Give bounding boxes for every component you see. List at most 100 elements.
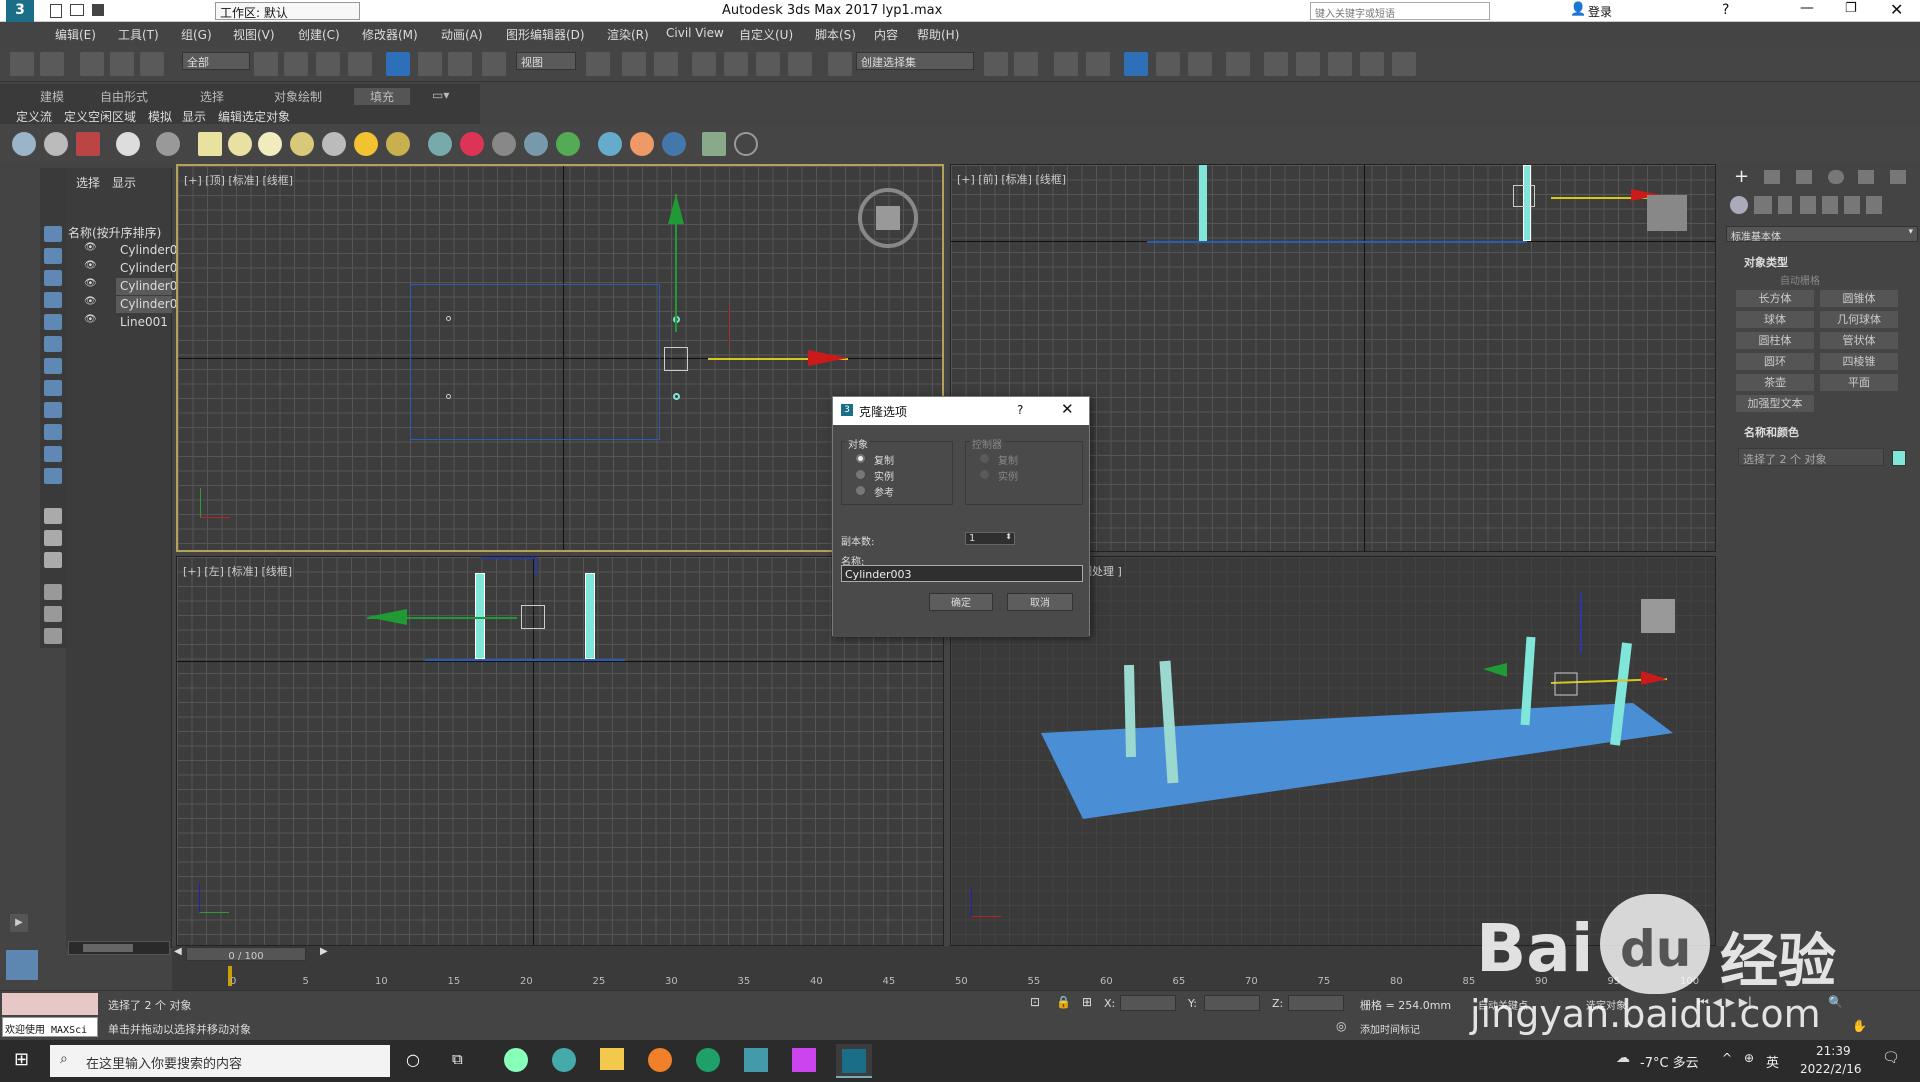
list-item[interactable]: 👁 Cylinder0: [66, 260, 177, 277]
bones-filter-icon[interactable]: [44, 402, 62, 418]
primitive-type-dropdown[interactable]: 标准基本体 ▾: [1726, 226, 1918, 243]
display-all-icon[interactable]: [44, 508, 62, 524]
object-name-field[interactable]: 选择了 2 个 对象: [1738, 448, 1884, 466]
rendered-frame-icon[interactable]: [1296, 52, 1320, 76]
ribbon-define-flows[interactable]: 定义流: [16, 108, 52, 125]
gizmo-y-arrow[interactable]: [668, 194, 684, 224]
render-iterative-icon[interactable]: [1360, 52, 1384, 76]
render-production-icon[interactable]: [1328, 52, 1352, 76]
groups-filter-icon[interactable]: [44, 358, 62, 374]
visibility-eye-icon[interactable]: 👁: [84, 242, 97, 253]
link-icon[interactable]: [80, 52, 104, 76]
time-next-arrow[interactable]: ▶: [320, 946, 328, 957]
time-slider[interactable]: 0 / 100 ◀ ▶: [172, 946, 1724, 962]
light-icon[interactable]: [116, 132, 140, 156]
spinner-arrows-icon[interactable]: ⬍: [1005, 532, 1012, 541]
teapot-prim-icon[interactable]: [290, 132, 314, 156]
x-coordinate-field[interactable]: [1120, 995, 1176, 1011]
network-icon[interactable]: ⊕: [1744, 1051, 1754, 1065]
side-expand-icon[interactable]: ▶: [10, 914, 28, 932]
menu-item-group[interactable]: 组(G): [181, 26, 212, 43]
snaps-toggle-icon[interactable]: [692, 52, 716, 76]
explorer-hscrollbar[interactable]: [68, 941, 170, 955]
ribbon-simulate[interactable]: 模拟: [148, 108, 172, 125]
visibility-eye-icon[interactable]: 👁: [84, 296, 97, 307]
hidden-filter-icon[interactable]: [44, 468, 62, 484]
cloud-icon[interactable]: [44, 132, 68, 156]
funnel-icon[interactable]: [44, 584, 62, 600]
textplus-button[interactable]: 加强型文本: [1736, 395, 1814, 412]
autogrid-checkbox[interactable]: 自动栅格: [1780, 272, 1820, 287]
cameras-filter-icon[interactable]: [44, 292, 62, 308]
restore-button[interactable]: ❐: [1845, 1, 1857, 16]
ribbon-tab-populate[interactable]: 填充: [354, 88, 411, 105]
taskbar-app-3dsmax[interactable]: [836, 1044, 872, 1078]
help-icon[interactable]: ?: [1722, 2, 1729, 18]
task-view-icon[interactable]: ⧉: [452, 1050, 463, 1068]
angle-snap-icon[interactable]: [724, 52, 748, 76]
clock-date[interactable]: 2022/2/16: [1800, 1062, 1862, 1076]
pan-icon[interactable]: ✋: [1852, 1019, 1867, 1033]
box-button[interactable]: 长方体: [1736, 290, 1814, 307]
create-tab-icon[interactable]: +: [1734, 166, 1749, 187]
absolute-mode-icon[interactable]: ⊞: [1082, 995, 1092, 1009]
render-gallery-icon[interactable]: [1392, 52, 1416, 76]
material-editor-icon[interactable]: [1226, 52, 1250, 76]
percent-snap-icon[interactable]: [756, 52, 780, 76]
redo-icon[interactable]: [40, 52, 64, 76]
search-field[interactable]: 键入关键字或短语: [1310, 2, 1490, 20]
menu-item-help[interactable]: 帮助(H): [917, 26, 959, 43]
pyramid-button[interactable]: 四棱锥: [1820, 353, 1898, 370]
add-time-tag[interactable]: 添加时间标记: [1360, 1021, 1420, 1036]
gear-icon[interactable]: [524, 132, 548, 156]
sun-icon[interactable]: [354, 132, 378, 156]
isolate-selection-icon[interactable]: ⊡: [1030, 995, 1040, 1009]
explorer-tab-select[interactable]: 选择: [76, 174, 100, 191]
display-invert-icon[interactable]: [44, 552, 62, 568]
geosphere-button[interactable]: 几何球体: [1820, 311, 1898, 328]
z-coordinate-field[interactable]: [1288, 995, 1344, 1011]
schematic-view-icon[interactable]: [1188, 52, 1212, 76]
spacewarps-filter-icon[interactable]: [44, 336, 62, 352]
time-prev-arrow[interactable]: ◀: [174, 946, 182, 957]
gizmo-x-arrow[interactable]: [367, 609, 407, 625]
select-object-icon[interactable]: [254, 52, 278, 76]
maxscript-listener[interactable]: [2, 993, 98, 1015]
systems-category-icon[interactable]: [1866, 196, 1882, 214]
menu-item-edit[interactable]: 编辑(E): [55, 26, 96, 43]
menu-item-views[interactable]: 视图(V): [233, 26, 275, 43]
display-tab-icon[interactable]: [1858, 170, 1874, 184]
helpers-filter-icon[interactable]: [44, 314, 62, 330]
xrefs-filter-icon[interactable]: [44, 380, 62, 396]
radio-instance[interactable]: [856, 470, 865, 479]
ribbon-define-idle-areas[interactable]: 定义空闲区域: [64, 108, 136, 125]
viewcube-icon[interactable]: [858, 188, 918, 248]
ribbon-display[interactable]: 显示: [182, 108, 206, 125]
window-crossing-icon[interactable]: [348, 52, 372, 76]
list-item[interactable]: 👁 Cylinder0: [66, 242, 177, 259]
curve-editor-icon[interactable]: [1156, 52, 1180, 76]
box-prim-icon[interactable]: [198, 132, 222, 156]
menu-item-content[interactable]: 内容: [874, 26, 898, 43]
taskbar-app-edge[interactable]: [696, 1048, 720, 1072]
gizmo-plane-handle[interactable]: [521, 605, 545, 629]
tray-chevron-icon[interactable]: ^: [1722, 1051, 1732, 1065]
select-and-scale-icon[interactable]: [448, 52, 472, 76]
playback-controls[interactable]: ⏮ ◀ ▶ ▶|: [1698, 995, 1752, 1010]
menu-item-rendering[interactable]: 渲染(R): [607, 26, 649, 43]
visibility-eye-icon[interactable]: 👁: [84, 260, 97, 271]
hemisphere-icon[interactable]: [228, 132, 252, 156]
cone-button[interactable]: 圆锥体: [1820, 290, 1898, 307]
frozen-filter-icon[interactable]: [44, 446, 62, 462]
menu-item-civil-view[interactable]: Civil View: [666, 26, 724, 40]
modify-tab-icon[interactable]: [1764, 170, 1780, 184]
name-field[interactable]: Cylinder003: [841, 565, 1083, 582]
taskbar-app-notepad[interactable]: [744, 1048, 768, 1072]
list-item-selected[interactable]: Cylinder0: [116, 296, 177, 313]
ribbon-toggle-icon[interactable]: [1124, 52, 1148, 76]
auto-key-button[interactable]: 自动关键点: [1478, 997, 1528, 1012]
viewcube-icon[interactable]: [1647, 195, 1687, 231]
ribbon-tab-freeform[interactable]: 自由形式: [100, 88, 148, 105]
minimize-button[interactable]: —: [1800, 0, 1814, 16]
render-frame-icon[interactable]: [76, 132, 100, 156]
